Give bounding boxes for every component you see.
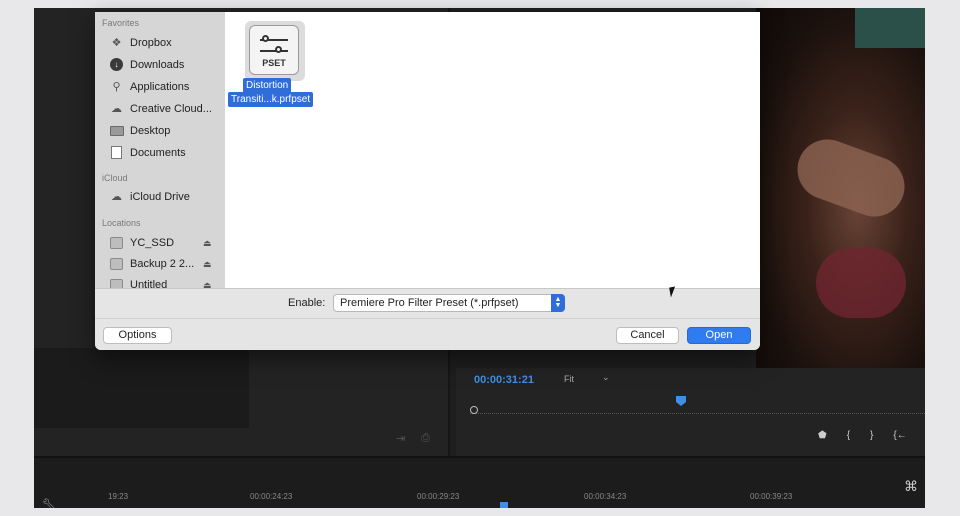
ruler-label: 00:00:29:23 bbox=[417, 492, 460, 501]
file-name-line2[interactable]: Transiti...k.prfpset bbox=[228, 92, 314, 107]
go-to-in-icon[interactable]: {← bbox=[893, 430, 906, 441]
enable-label: Enable: bbox=[288, 297, 326, 309]
snap-icon[interactable]: ⌘ bbox=[904, 478, 918, 495]
dialog-sidebar: Favorites ❖ Dropbox ↓ Downloads ⚲ Applic… bbox=[95, 12, 225, 288]
sidebar-item-creative-cloud[interactable]: ☁ Creative Cloud... bbox=[109, 102, 212, 116]
sidebar-item-label: Dropbox bbox=[130, 36, 172, 49]
source-panel-area bbox=[34, 348, 249, 428]
creative-cloud-icon: ☁ bbox=[111, 103, 122, 115]
zoom-select[interactable]: Fit bbox=[564, 374, 574, 384]
documents-icon bbox=[109, 146, 124, 159]
insert-icon[interactable]: ⇥ bbox=[396, 432, 405, 445]
sidebar-item-documents[interactable]: Documents bbox=[109, 146, 186, 159]
open-button[interactable]: Open bbox=[687, 327, 751, 344]
drive-icon bbox=[109, 278, 124, 288]
chevron-down-icon[interactable]: ⌄ bbox=[602, 372, 610, 383]
sidebar-item-label: YC_SSD bbox=[130, 236, 175, 249]
ruler-label: 00:00:34:23 bbox=[584, 492, 627, 501]
sidebar-item-label: Documents bbox=[130, 146, 186, 159]
program-scrubber[interactable] bbox=[470, 396, 925, 414]
sidebar-item-yc-ssd[interactable]: YC_SSD bbox=[109, 236, 174, 249]
file-browser[interactable]: PSET Distortion Transiti...k.prfpset bbox=[225, 12, 760, 288]
sidebar-item-label: Backup 2 2... bbox=[130, 257, 195, 270]
options-button[interactable]: Options bbox=[103, 327, 172, 344]
mark-out-icon[interactable]: } bbox=[870, 430, 873, 441]
sidebar-item-label: Creative Cloud... bbox=[130, 102, 212, 115]
file-name-line1[interactable]: Distortion bbox=[243, 78, 292, 93]
dropbox-icon: ❖ bbox=[111, 37, 122, 49]
timeline-playhead-icon[interactable] bbox=[500, 502, 508, 508]
sidebar-heading-locations: Locations bbox=[102, 218, 141, 228]
ruler-label: 00:00:39:23 bbox=[750, 492, 793, 501]
eject-icon[interactable]: ⏏ bbox=[203, 238, 212, 249]
sidebar-item-label: Desktop bbox=[130, 124, 171, 137]
eject-icon[interactable]: ⏏ bbox=[203, 259, 212, 270]
sidebar-item-backup[interactable]: Backup 2 2... bbox=[109, 257, 194, 270]
drive-icon bbox=[109, 236, 124, 249]
eject-icon[interactable]: ⏏ bbox=[203, 280, 212, 288]
cancel-button[interactable]: Cancel bbox=[616, 327, 679, 344]
program-monitor-controls: 00:00:31:21 Fit ⌄ ⬟ { } {← bbox=[456, 368, 925, 456]
icloud-icon: ☁ bbox=[111, 191, 122, 203]
sidebar-item-label: iCloud Drive bbox=[130, 190, 190, 203]
in-point-icon bbox=[470, 406, 478, 414]
sidebar-item-label: Downloads bbox=[130, 58, 185, 71]
file-type-badge: PSET bbox=[262, 58, 286, 68]
sidebar-item-downloads[interactable]: ↓ Downloads bbox=[109, 58, 184, 71]
add-marker-icon[interactable]: ⬟ bbox=[818, 430, 827, 441]
playhead-icon[interactable] bbox=[676, 396, 686, 406]
wrench-icon[interactable]: 🔧︎ bbox=[42, 498, 56, 508]
enable-format-value: Premiere Pro Filter Preset (*.prfpset) bbox=[340, 297, 519, 309]
sidebar-item-dropbox[interactable]: ❖ Dropbox bbox=[109, 36, 172, 50]
drive-icon bbox=[109, 257, 124, 270]
sidebar-item-label: Untitled bbox=[130, 278, 168, 289]
sidebar-heading-icloud: iCloud bbox=[102, 173, 128, 183]
transport-controls: ⬟ { } {← bbox=[818, 430, 907, 441]
sidebar-item-untitled[interactable]: Untitled bbox=[109, 278, 167, 288]
enable-format-select[interactable]: Premiere Pro Filter Preset (*.prfpset) ▲… bbox=[333, 294, 565, 312]
select-stepper-icon[interactable]: ▲ ▼ bbox=[551, 294, 565, 312]
ruler-label: 00:00:24:23 bbox=[250, 492, 293, 501]
desktop-icon bbox=[109, 124, 124, 137]
preset-file-icon[interactable]: PSET bbox=[249, 25, 299, 75]
applications-icon: ⚲ bbox=[112, 81, 121, 93]
sidebar-heading-favorites: Favorites bbox=[102, 18, 140, 28]
open-file-dialog: Favorites ❖ Dropbox ↓ Downloads ⚲ Applic… bbox=[95, 12, 760, 350]
ruler-label: 19:23 bbox=[108, 492, 129, 501]
program-video-frame bbox=[756, 8, 925, 368]
source-panel-controls: ⇥ ⎙ bbox=[396, 432, 430, 445]
dialog-footer: Enable: Premiere Pro Filter Preset (*.pr… bbox=[95, 288, 760, 350]
timeline-ruler[interactable]: 🔧︎ 19:23 00:00:24:23 00:00:29:23 00:00:3… bbox=[34, 456, 925, 508]
sidebar-item-applications[interactable]: ⚲ Applications bbox=[109, 80, 190, 94]
sidebar-item-desktop[interactable]: Desktop bbox=[109, 124, 170, 137]
export-frame-icon[interactable]: ⎙ bbox=[421, 432, 430, 445]
sidebar-item-icloud-drive[interactable]: ☁ iCloud Drive bbox=[109, 190, 190, 204]
mark-in-icon[interactable]: { bbox=[847, 430, 850, 441]
downloads-icon: ↓ bbox=[109, 58, 124, 71]
sidebar-item-label: Applications bbox=[130, 80, 190, 93]
program-timecode[interactable]: 00:00:31:21 bbox=[474, 374, 534, 386]
